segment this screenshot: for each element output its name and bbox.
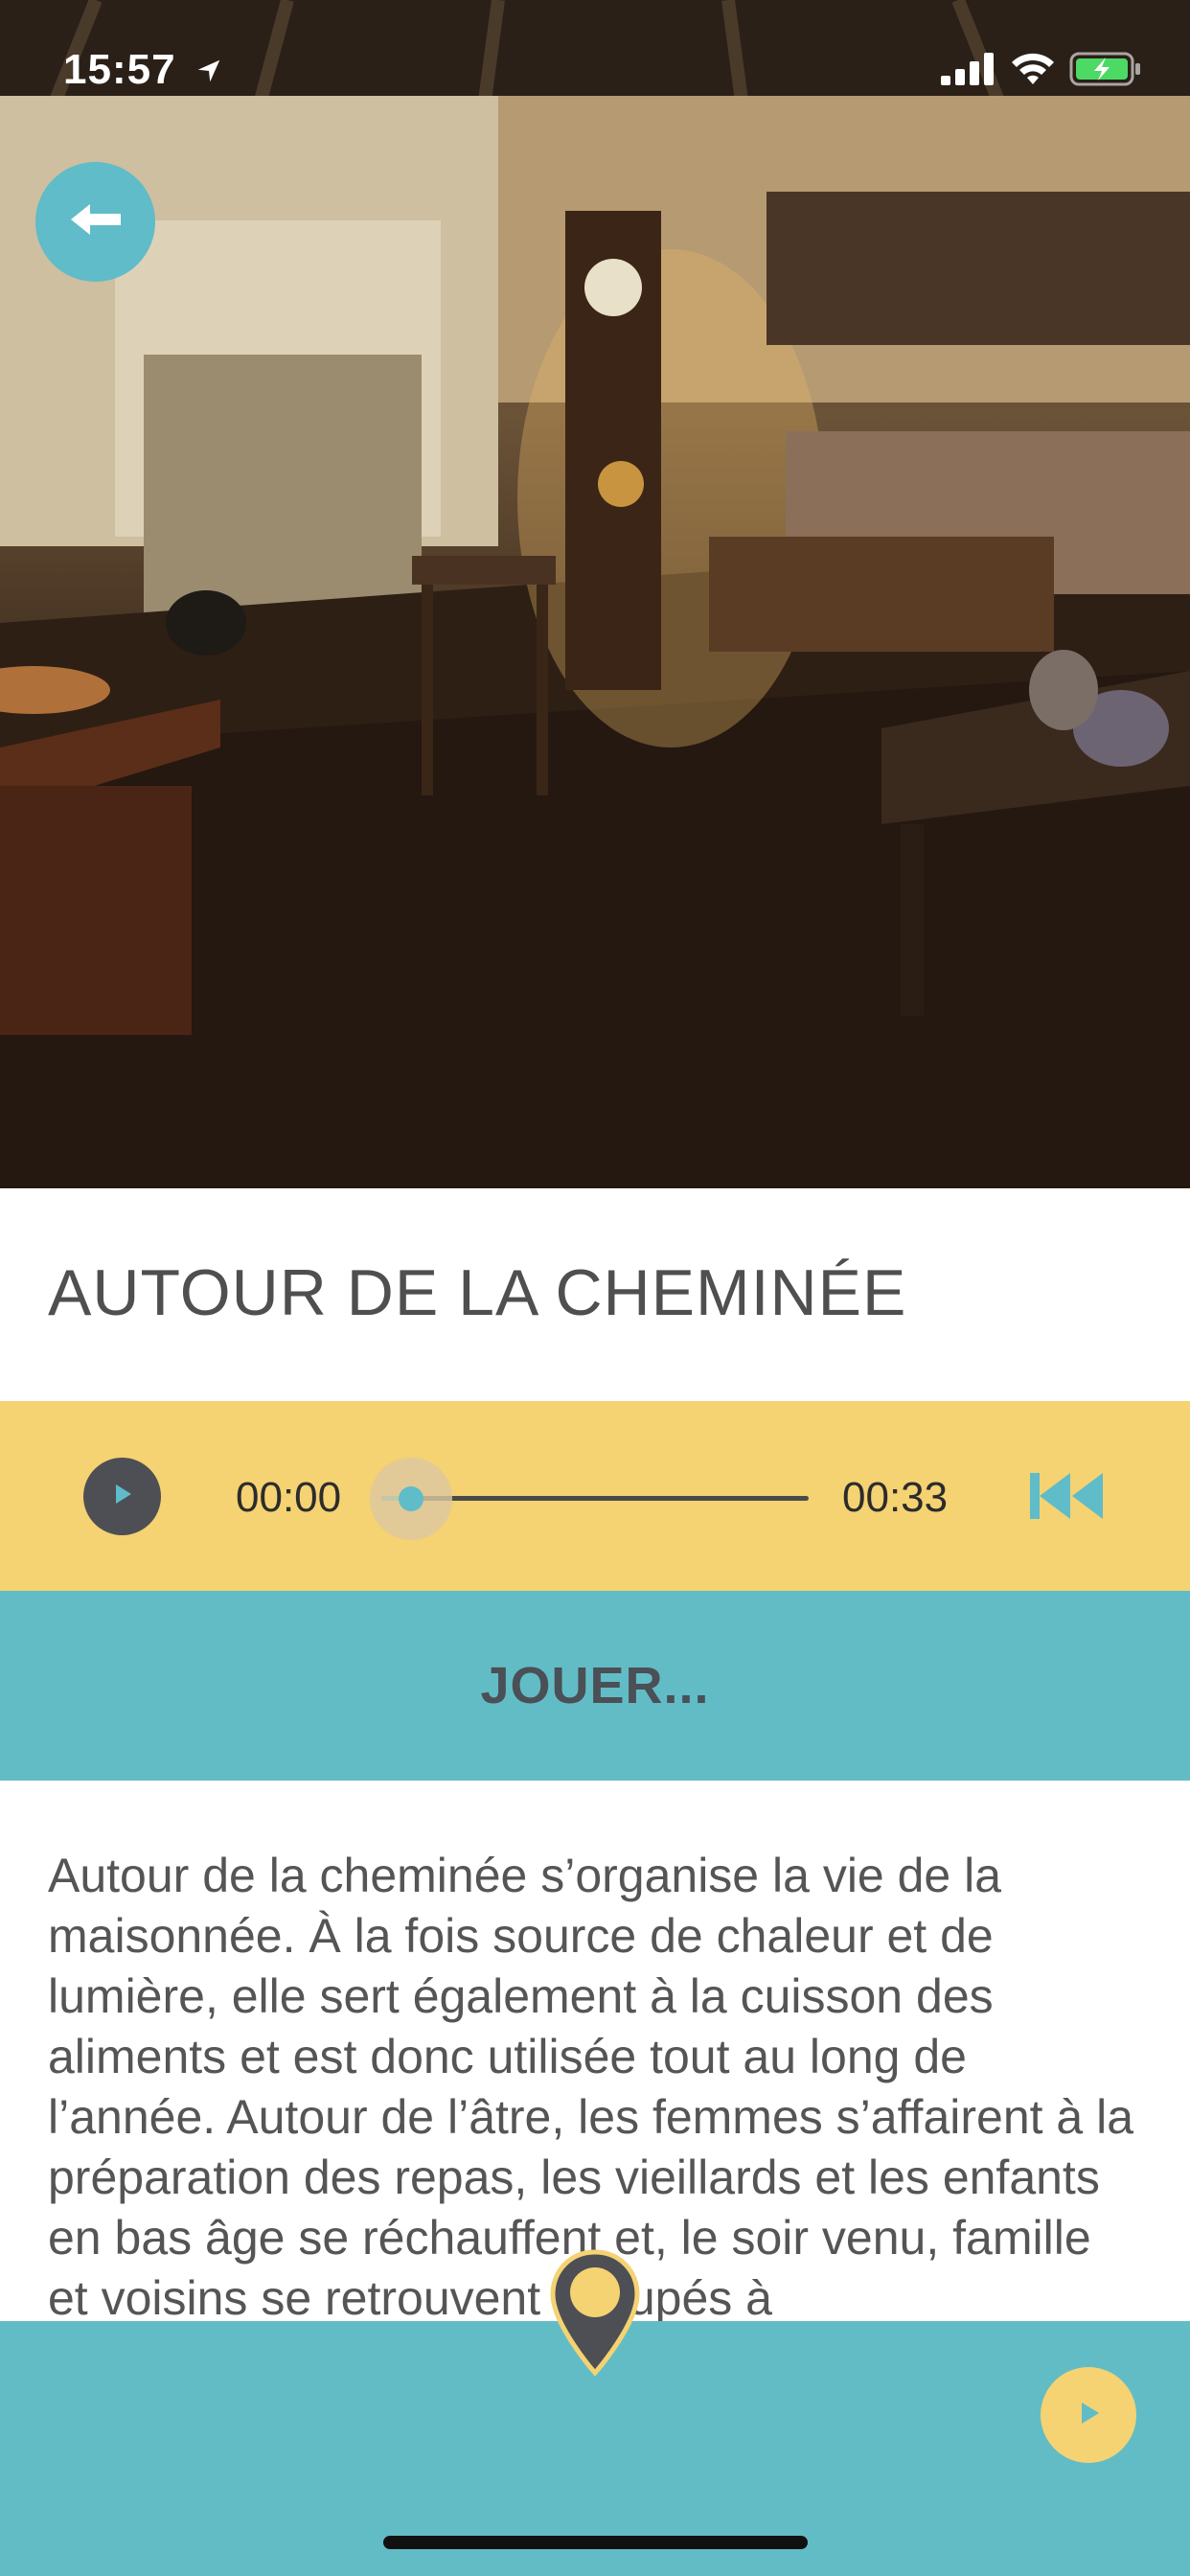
arrow-left-icon — [67, 200, 125, 243]
seek-slider[interactable] — [370, 1458, 809, 1540]
audio-player: 00:00 00:33 — [0, 1401, 1190, 1591]
play-banner-label: JOUER... — [480, 1657, 710, 1714]
play-banner-button[interactable]: JOUER... — [0, 1591, 1190, 1781]
signal-icon — [941, 53, 996, 90]
play-icon — [1074, 2399, 1103, 2432]
hero-illustration — [0, 0, 1190, 1188]
status-time: 15:57 — [63, 46, 223, 96]
hero-image — [0, 0, 1190, 1188]
play-icon — [110, 1482, 135, 1511]
next-button[interactable] — [1041, 2367, 1136, 2463]
status-time-text: 15:57 — [63, 46, 176, 93]
rewind-button[interactable] — [1028, 1469, 1105, 1528]
location-arrow-icon — [195, 48, 223, 96]
status-indicators — [941, 52, 1142, 91]
map-pin-icon — [549, 2249, 641, 2382]
home-indicator — [383, 2536, 808, 2549]
battery-charging-icon — [1069, 52, 1142, 91]
page-title: AUTOUR DE LA CHEMINÉE — [48, 1256, 907, 1329]
wifi-icon — [1010, 52, 1056, 91]
skip-back-icon — [1028, 1473, 1105, 1527]
total-time: 00:33 — [842, 1474, 949, 1521]
map-pin-button[interactable] — [549, 2248, 641, 2383]
back-button[interactable] — [35, 162, 155, 282]
play-button[interactable] — [83, 1458, 161, 1535]
current-time: 00:00 — [236, 1474, 342, 1521]
